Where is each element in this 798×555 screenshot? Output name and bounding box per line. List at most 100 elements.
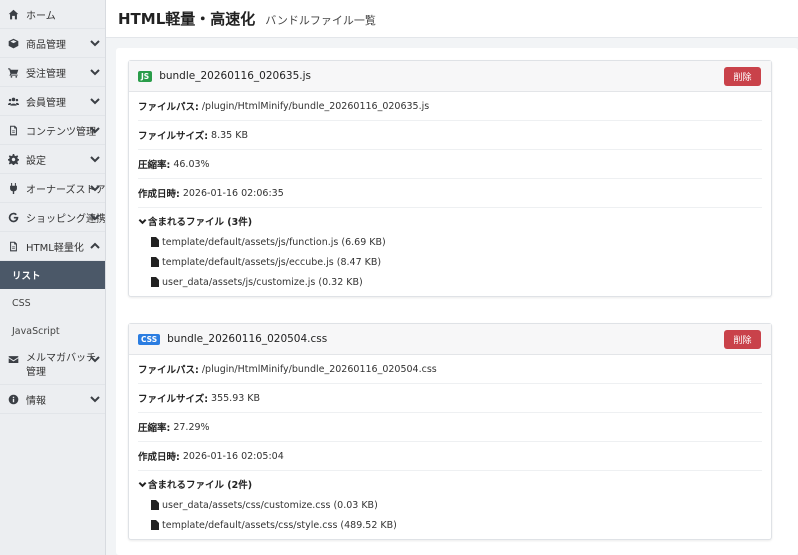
sidebar-item-label: ホーム: [26, 10, 56, 22]
chevron-down-icon: [138, 481, 147, 487]
list-item: template/default/assets/js/eccube.js (8.…: [151, 252, 762, 272]
plug-icon: [7, 182, 19, 194]
created-row: 作成日時: 2026-01-16 02:06:35: [138, 179, 762, 208]
file-icon: [151, 500, 159, 510]
sidebar-item-products[interactable]: 商品管理: [0, 29, 105, 58]
file-path-row: ファイルパス: /plugin/HtmlMinify/bundle_202601…: [138, 92, 762, 121]
sidebar-subitem-label: JavaScript: [12, 325, 60, 337]
list-item: template/default/assets/js/function.js (…: [151, 232, 762, 252]
compression-value: 27.29%: [173, 421, 210, 433]
file-size-value: 355.93 KB: [211, 392, 261, 404]
chevron-down-icon[interactable]: [89, 66, 101, 78]
bundle-card-js: JS bundle_20260116_020635.js 削除 ファイルパス: …: [128, 60, 772, 297]
included-file-name: template/default/assets/css/style.css (4…: [162, 519, 397, 531]
chevron-down-icon[interactable]: [89, 153, 101, 165]
created-value: 2026-01-16 02:06:35: [182, 187, 284, 199]
chevron-down-icon[interactable]: [89, 393, 101, 405]
gear-icon: [7, 153, 19, 165]
file-size-row: ファイルサイズ: 355.93 KB: [138, 384, 762, 413]
included-files-list: user_data/assets/css/customize.css (0.03…: [138, 491, 762, 539]
chevron-up-icon[interactable]: [89, 240, 101, 252]
home-icon: [7, 8, 19, 20]
file-path-label: ファイルパス:: [138, 365, 199, 376]
chevron-down-icon: [138, 218, 147, 224]
sidebar-item-label: メルマガバッチ管理: [26, 353, 96, 378]
cart-icon: [7, 66, 19, 78]
bundle-card-css: CSS bundle_20260116_020504.css 削除 ファイルパス…: [128, 323, 772, 540]
info-icon: [7, 393, 19, 405]
js-badge: JS: [138, 70, 153, 82]
envelope-icon: [7, 353, 19, 365]
sidebar-item-label: コンテンツ管理: [26, 126, 96, 138]
sidebar-item-contents[interactable]: コンテンツ管理: [0, 116, 105, 145]
sidebar-subitem-javascript[interactable]: JavaScript: [0, 317, 105, 345]
main-panel: JS bundle_20260116_020635.js 削除 ファイルパス: …: [116, 48, 798, 555]
sidebar-item-shopping[interactable]: ショッピング連携: [0, 203, 105, 232]
included-files-label: 含まれるファイル (2件): [148, 480, 253, 491]
sidebar-item-label: 情報: [26, 395, 46, 407]
list-item: user_data/assets/css/customize.css (0.03…: [151, 495, 762, 515]
sidebar-subitem-label: リスト: [12, 271, 41, 282]
chevron-down-icon[interactable]: [89, 182, 101, 194]
chevron-down-icon[interactable]: [89, 95, 101, 107]
list-item: user_data/assets/js/customize.js (0.32 K…: [151, 272, 762, 292]
sidebar-item-info[interactable]: 情報: [0, 385, 105, 414]
page-title: HTML軽量・高速化: [118, 10, 256, 28]
included-file-name: user_data/assets/js/customize.js (0.32 K…: [162, 276, 363, 288]
sidebar-subitem-label: CSS: [12, 297, 31, 309]
card-header: JS bundle_20260116_020635.js 削除: [129, 61, 771, 92]
sidebar-item-home[interactable]: ホーム: [0, 0, 105, 29]
css-badge: CSS: [138, 333, 161, 345]
compression-label: 圧縮率:: [138, 160, 171, 171]
created-label: 作成日時:: [138, 189, 180, 200]
compression-label: 圧縮率:: [138, 423, 171, 434]
sidebar-item-label: 設定: [26, 155, 46, 167]
delete-button[interactable]: 削除: [724, 330, 761, 349]
chevron-down-icon[interactable]: [89, 124, 101, 136]
file-icon: [151, 257, 159, 267]
included-file-name: user_data/assets/css/customize.css (0.03…: [162, 499, 378, 511]
file-icon: [151, 520, 159, 530]
sidebar-item-settings[interactable]: 設定: [0, 145, 105, 174]
file-icon: [151, 277, 159, 287]
delete-button[interactable]: 削除: [724, 67, 761, 86]
cube-icon: [7, 37, 19, 49]
sidebar-item-orders[interactable]: 受注管理: [0, 58, 105, 87]
compression-row: 圧縮率: 27.29%: [138, 413, 762, 442]
sidebar-subitem-list[interactable]: リスト: [0, 261, 105, 289]
compression-row: 圧縮率: 46.03%: [138, 150, 762, 179]
file-path-row: ファイルパス: /plugin/HtmlMinify/bundle_202601…: [138, 355, 762, 384]
sidebar-item-members[interactable]: 会員管理: [0, 87, 105, 116]
file-code-icon: [7, 240, 19, 252]
file-size-row: ファイルサイズ: 8.35 KB: [138, 121, 762, 150]
sidebar-subitem-css[interactable]: CSS: [0, 289, 105, 317]
created-label: 作成日時:: [138, 452, 180, 463]
chevron-down-icon[interactable]: [89, 353, 101, 365]
sidebar-item-label: 会員管理: [26, 97, 66, 109]
chevron-down-icon[interactable]: [89, 37, 101, 49]
included-files-toggle[interactable]: 含まれるファイル (3件): [138, 214, 762, 228]
sidebar: ホーム 商品管理 受注管理 会員管理 コンテンツ管理 設定 オーナーズストア シ…: [0, 0, 106, 555]
file-size-label: ファイルサイズ:: [138, 394, 209, 405]
file-size-label: ファイルサイズ:: [138, 131, 209, 142]
file-icon: [151, 237, 159, 247]
bundle-name: bundle_20260116_020504.css: [167, 333, 328, 345]
created-row: 作成日時: 2026-01-16 02:05:04: [138, 442, 762, 471]
card-header: CSS bundle_20260116_020504.css 削除: [129, 324, 771, 355]
sidebar-item-mailmag[interactable]: メルマガバッチ管理: [0, 345, 105, 385]
file-icon: [7, 124, 19, 136]
included-file-name: template/default/assets/js/eccube.js (8.…: [162, 256, 382, 268]
included-file-name: template/default/assets/js/function.js (…: [162, 236, 386, 248]
included-files-toggle[interactable]: 含まれるファイル (2件): [138, 477, 762, 491]
google-icon: [7, 211, 19, 223]
sidebar-item-html-minify[interactable]: HTML軽量化: [0, 232, 105, 261]
sidebar-item-owners-store[interactable]: オーナーズストア: [0, 174, 105, 203]
included-files-label: 含まれるファイル (3件): [148, 217, 253, 228]
page-header: HTML軽量・高速化 バンドルファイル一覧: [106, 0, 798, 38]
page-subtitle: バンドルファイル一覧: [265, 13, 376, 27]
chevron-down-icon[interactable]: [89, 211, 101, 223]
users-icon: [7, 95, 19, 107]
sidebar-item-label: 受注管理: [26, 68, 66, 80]
compression-value: 46.03%: [173, 158, 210, 170]
sidebar-item-label: 商品管理: [26, 39, 66, 51]
